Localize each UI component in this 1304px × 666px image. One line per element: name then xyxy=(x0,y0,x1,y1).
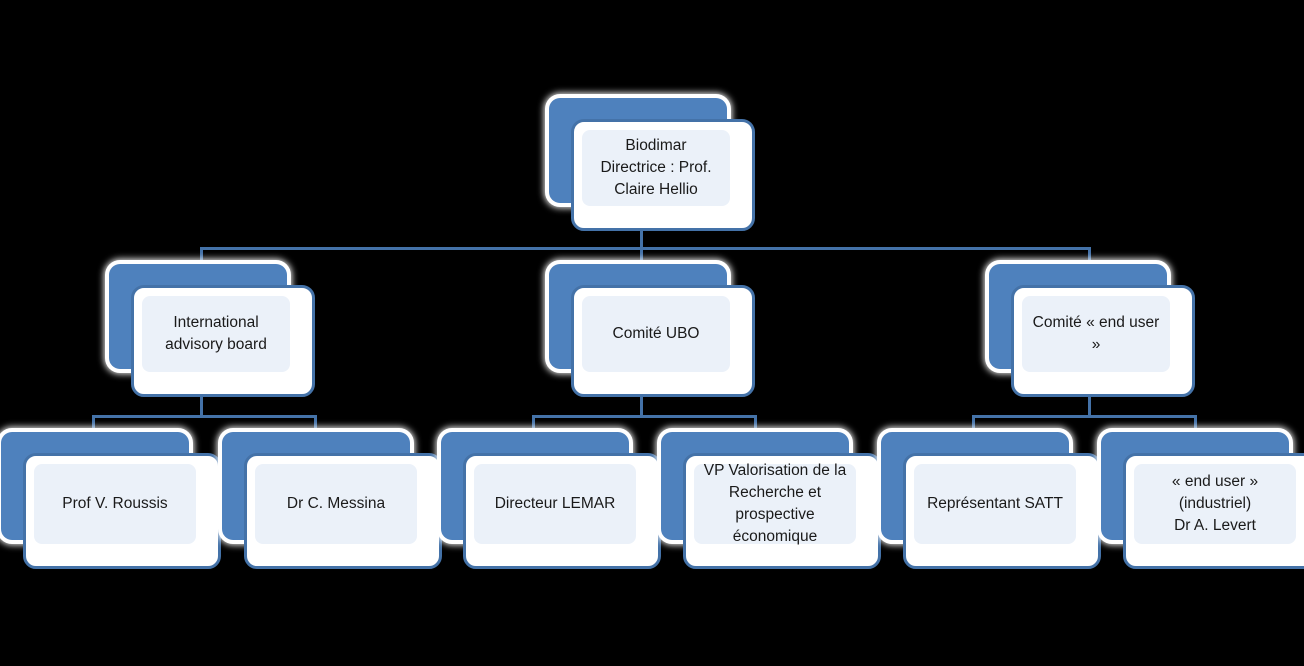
node-vp-valorisation-label: VP Valorisation de la Recherche et prosp… xyxy=(703,462,847,545)
node-international-advisory-board[interactable]: International advisory board xyxy=(109,264,315,397)
node-comite-end-user-label: Comité « end user » xyxy=(1032,314,1160,353)
node-prof-v-roussis[interactable]: Prof V. Roussis xyxy=(1,432,221,569)
node-representant-satt-label: Représentant SATT xyxy=(927,495,1063,512)
node-comite-ubo-label: Comité UBO xyxy=(612,325,700,342)
node-directeur-lemar-card: Directeur LEMAR xyxy=(463,453,661,569)
node-international-advisory-board-panel: International advisory board xyxy=(142,296,290,372)
node-directeur-lemar[interactable]: Directeur LEMAR xyxy=(441,432,661,569)
node-biodimar[interactable]: Biodimar Directrice : Prof. Claire Helli… xyxy=(549,98,755,231)
node-dr-a-levert-card: « end user » (industriel) Dr A. Levert xyxy=(1123,453,1304,569)
node-dr-a-levert-label: « end user » (industriel) Dr A. Levert xyxy=(1171,473,1259,534)
node-dr-c-messina-card: Dr C. Messina xyxy=(244,453,442,569)
node-comite-ubo-card: Comité UBO xyxy=(571,285,755,397)
connector-level1-bus xyxy=(200,247,1091,250)
node-vp-valorisation-card: VP Valorisation de la Recherche et prosp… xyxy=(683,453,881,569)
node-biodimar-panel: Biodimar Directrice : Prof. Claire Helli… xyxy=(582,130,730,206)
node-biodimar-label: Biodimar Directrice : Prof. Claire Helli… xyxy=(600,137,712,198)
connector-ubo-bus xyxy=(532,415,757,418)
connector-end-user-bus xyxy=(972,415,1197,418)
node-prof-v-roussis-label: Prof V. Roussis xyxy=(62,495,168,512)
node-dr-a-levert[interactable]: « end user » (industriel) Dr A. Levert xyxy=(1101,432,1304,569)
node-international-advisory-board-label: International advisory board xyxy=(165,314,267,353)
node-international-advisory-board-card: International advisory board xyxy=(131,285,315,397)
node-comite-ubo[interactable]: Comité UBO xyxy=(549,264,755,397)
node-prof-v-roussis-panel: Prof V. Roussis xyxy=(34,464,196,544)
node-dr-c-messina-panel: Dr C. Messina xyxy=(255,464,417,544)
node-dr-c-messina[interactable]: Dr C. Messina xyxy=(222,432,442,569)
node-vp-valorisation-panel: VP Valorisation de la Recherche et prosp… xyxy=(694,462,856,545)
org-chart-canvas: Biodimar Directrice : Prof. Claire Helli… xyxy=(0,0,1304,666)
node-comite-end-user-panel: Comité « end user » xyxy=(1022,296,1170,372)
node-representant-satt-card: Représentant SATT xyxy=(903,453,1101,569)
node-biodimar-card: Biodimar Directrice : Prof. Claire Helli… xyxy=(571,119,755,231)
node-comite-end-user-card: Comité « end user » xyxy=(1011,285,1195,397)
node-dr-c-messina-label: Dr C. Messina xyxy=(286,495,386,512)
node-representant-satt[interactable]: Représentant SATT xyxy=(881,432,1101,569)
node-comite-ubo-panel: Comité UBO xyxy=(582,296,730,372)
node-directeur-lemar-panel: Directeur LEMAR xyxy=(474,464,636,544)
node-comite-end-user[interactable]: Comité « end user » xyxy=(989,264,1195,397)
node-prof-v-roussis-card: Prof V. Roussis xyxy=(23,453,221,569)
node-vp-valorisation[interactable]: VP Valorisation de la Recherche et prosp… xyxy=(661,432,881,569)
node-dr-a-levert-panel: « end user » (industriel) Dr A. Levert xyxy=(1134,464,1296,544)
connector-advisory-board-bus xyxy=(92,415,317,418)
node-directeur-lemar-label: Directeur LEMAR xyxy=(494,495,616,512)
node-representant-satt-panel: Représentant SATT xyxy=(914,464,1076,544)
